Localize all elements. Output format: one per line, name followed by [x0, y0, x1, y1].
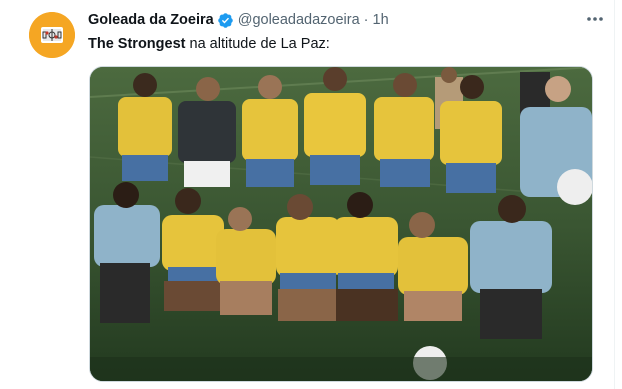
tweet-text: The Strongest na altitude de La Paz: [88, 35, 608, 53]
tweet-text-rest: na altitude de La Paz: [185, 36, 330, 52]
verified-badge-icon [217, 12, 234, 29]
more-horizontal-icon [587, 17, 603, 21]
team-photo-illustration [90, 67, 592, 381]
tweet-content: Goleada da Zoeira @goleadadazoeira · 1h … [88, 10, 608, 53]
timestamp[interactable]: 1h [373, 12, 389, 28]
tweet-photo[interactable] [89, 66, 593, 382]
avatar[interactable] [29, 12, 75, 58]
tweet-text-bold: The Strongest [88, 36, 186, 52]
soccer-field-logo-icon [29, 12, 75, 58]
display-name[interactable]: Goleada da Zoeira [88, 12, 214, 28]
tweet-header: Goleada da Zoeira @goleadadazoeira · 1h [88, 10, 608, 30]
more-options-button[interactable] [582, 10, 608, 28]
divider [614, 0, 615, 389]
handle[interactable]: @goleadadazoeira [238, 12, 360, 28]
tweet-card[interactable]: Goleada da Zoeira @goleadadazoeira · 1h … [0, 0, 622, 389]
separator-dot: · [363, 12, 369, 28]
